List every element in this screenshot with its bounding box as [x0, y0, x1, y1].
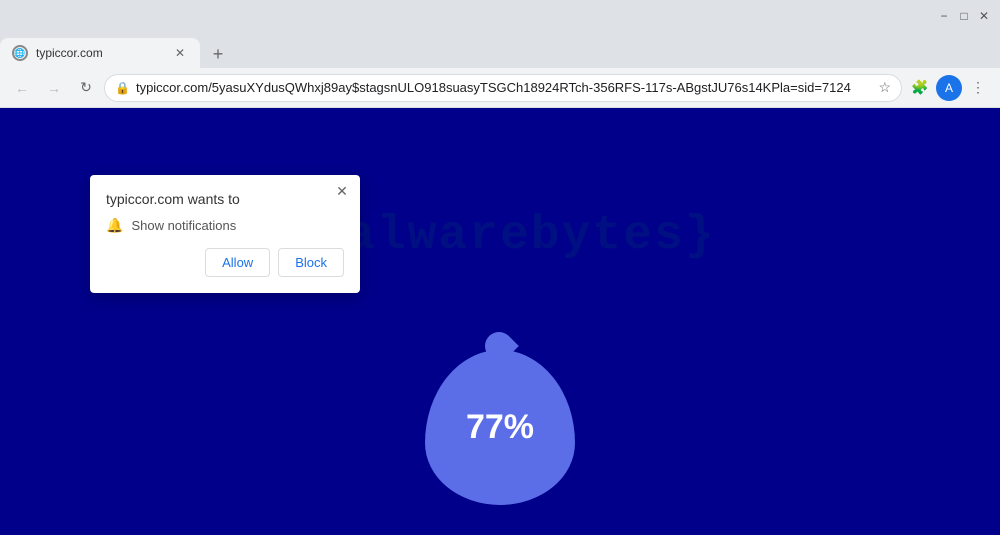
url-text: typiccor.com/5yasuXYdusQWhxj89ay$stagsnU…	[136, 80, 872, 95]
back-icon: ←	[15, 80, 29, 96]
page-content: {malwarebytes} 77% ✕ typiccor.com wants …	[0, 108, 1000, 535]
address-bar[interactable]: 🔒 typiccor.com/5yasuXYdusQWhxj89ay$stags…	[104, 74, 902, 102]
popup-title: typiccor.com wants to	[106, 191, 344, 207]
tab-bar: 🌐 typiccor.com ✕ +	[0, 32, 1000, 68]
percentage-container: 77%	[425, 350, 575, 505]
popup-option-label: Show notifications	[131, 218, 236, 233]
star-icon: ☆	[878, 79, 891, 96]
block-button[interactable]: Block	[278, 248, 344, 277]
percentage-text: 77%	[466, 408, 534, 447]
maximize-button[interactable]: □	[956, 8, 972, 24]
tab-title: typiccor.com	[36, 46, 103, 60]
extensions-button[interactable]: 🧩	[906, 74, 934, 102]
forward-icon: →	[47, 80, 61, 96]
refresh-button[interactable]: ↻	[72, 74, 100, 102]
forward-button[interactable]: →	[40, 74, 68, 102]
popup-buttons: Allow Block	[106, 248, 344, 277]
title-bar-controls: − □ ✕	[936, 8, 992, 24]
lock-icon: 🔒	[115, 81, 130, 95]
avatar[interactable]: A	[936, 75, 962, 101]
popup-option: 🔔 Show notifications	[106, 217, 344, 234]
minimize-button[interactable]: −	[936, 8, 952, 24]
menu-icon: ⋮	[971, 79, 985, 96]
title-bar: − □ ✕	[0, 0, 1000, 32]
tab-globe-icon: 🌐	[12, 45, 28, 61]
extensions-icon: 🧩	[911, 79, 928, 96]
browser-tab[interactable]: 🌐 typiccor.com ✕	[0, 38, 200, 68]
back-button[interactable]: ←	[8, 74, 36, 102]
close-button[interactable]: ✕	[976, 8, 992, 24]
new-tab-button[interactable]: +	[204, 40, 232, 68]
menu-button[interactable]: ⋮	[964, 74, 992, 102]
refresh-icon: ↻	[80, 79, 92, 96]
allow-button[interactable]: Allow	[205, 248, 270, 277]
bell-icon: 🔔	[106, 217, 123, 234]
nav-bar: ← → ↻ 🔒 typiccor.com/5yasuXYdusQWhxj89ay…	[0, 68, 1000, 108]
percentage-display: 77%	[425, 350, 575, 505]
popup-close-button[interactable]: ✕	[332, 181, 352, 201]
tab-close-button[interactable]: ✕	[172, 45, 188, 61]
nav-right-buttons: 🧩 A ⋮	[906, 74, 992, 102]
notification-popup: ✕ typiccor.com wants to 🔔 Show notificat…	[90, 175, 360, 293]
